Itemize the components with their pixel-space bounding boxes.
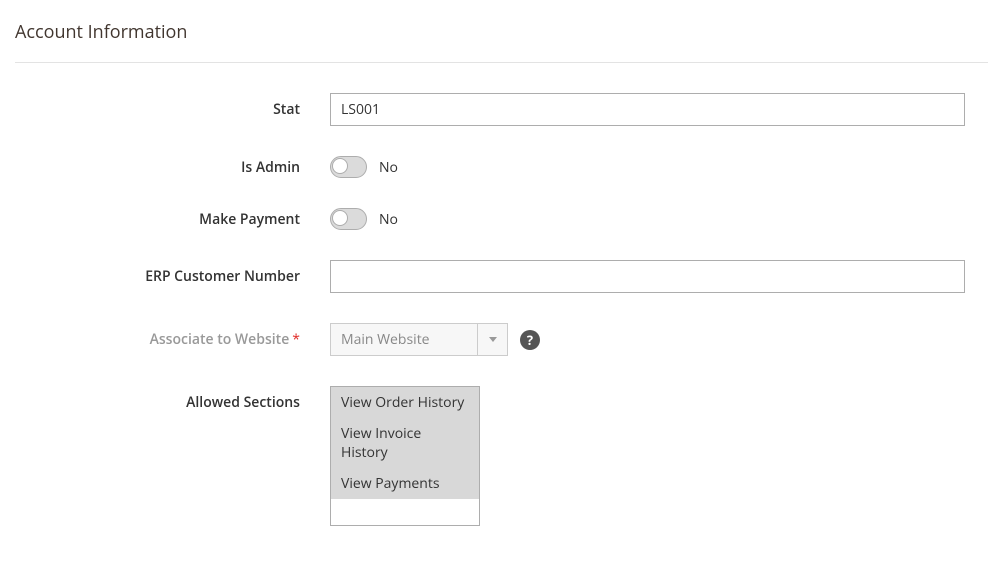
associate-to-website-label: Associate to Website* xyxy=(15,330,330,349)
field-row-is-admin: Is Admin No xyxy=(15,156,988,178)
stat-label: Stat xyxy=(15,100,330,119)
is-admin-label: Is Admin xyxy=(15,158,330,177)
field-row-allowed-sections: Allowed Sections View Order History View… xyxy=(15,386,988,526)
make-payment-label: Make Payment xyxy=(15,210,330,229)
field-row-make-payment: Make Payment No xyxy=(15,208,988,230)
allowed-sections-option[interactable]: View Invoice History xyxy=(331,418,479,468)
make-payment-toggle[interactable] xyxy=(330,208,367,230)
allowed-sections-option[interactable]: View Order History xyxy=(331,387,479,418)
chevron-down-icon xyxy=(489,337,497,342)
field-row-erp-customer-number: ERP Customer Number xyxy=(15,260,988,293)
erp-customer-number-input[interactable] xyxy=(330,260,965,293)
stat-input[interactable] xyxy=(330,93,965,126)
associate-to-website-select[interactable]: Main Website xyxy=(330,323,478,356)
is-admin-toggle[interactable] xyxy=(330,156,367,178)
field-row-associate-to-website: Associate to Website* Main Website ? xyxy=(15,323,988,356)
allowed-sections-empty xyxy=(331,499,479,525)
is-admin-value: No xyxy=(379,158,398,177)
section-title: Account Information xyxy=(15,20,988,63)
allowed-sections-label: Allowed Sections xyxy=(15,386,330,412)
help-icon[interactable]: ? xyxy=(520,330,540,350)
erp-customer-number-label: ERP Customer Number xyxy=(15,267,330,286)
associate-to-website-arrow[interactable] xyxy=(478,323,508,356)
field-row-stat: Stat xyxy=(15,93,988,126)
required-mark-icon: * xyxy=(292,330,300,349)
allowed-sections-option[interactable]: View Payments xyxy=(331,468,479,499)
make-payment-value: No xyxy=(379,210,398,229)
allowed-sections-multiselect[interactable]: View Order History View Invoice History … xyxy=(330,386,480,526)
